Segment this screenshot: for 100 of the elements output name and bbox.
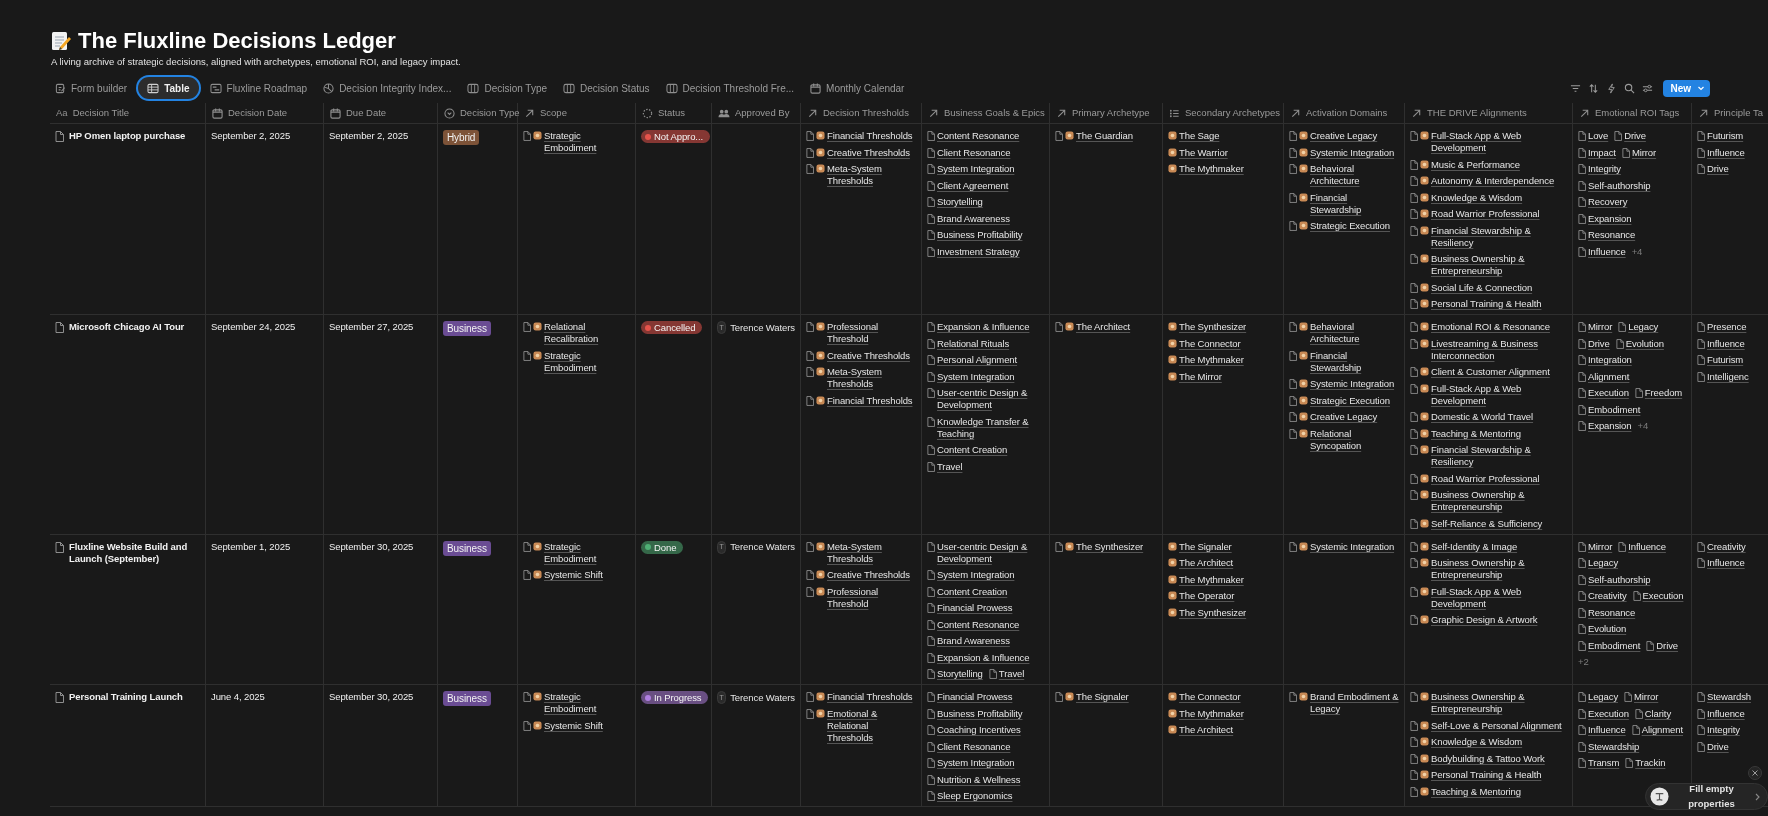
view-tab[interactable]: Monthly Calendar (805, 77, 910, 99)
relation-link[interactable]: The Mythmaker (1168, 573, 1244, 586)
relation-link[interactable]: Drive (1697, 740, 1729, 753)
column-header[interactable]: Status (636, 103, 712, 123)
column-header[interactable]: Principle Ta (1692, 103, 1768, 123)
relation-link[interactable]: Influence (1697, 146, 1745, 159)
relation-link[interactable]: Financial Stewardship (1289, 349, 1399, 374)
relation-link[interactable]: Emotional & Relational Thresholds (806, 707, 916, 744)
relation-link[interactable]: Integrity (1697, 724, 1740, 736)
relation-link[interactable]: The Synthesizer (1168, 321, 1247, 333)
relation-link[interactable]: Domestic & World Travel (1410, 411, 1534, 423)
relation-link[interactable]: Mirror (1578, 321, 1613, 333)
relation-link[interactable]: Bodybuilding & Tattoo Work (1410, 752, 1545, 765)
relation-link[interactable]: Embodiment (1578, 639, 1641, 652)
relation-link[interactable]: Self-Love & Personal Alignment (1410, 719, 1562, 732)
relation-link[interactable]: Professional Threshold (806, 585, 916, 610)
relation-link[interactable]: Legacy (1578, 557, 1619, 569)
relation-link[interactable]: Financial Thresholds (806, 130, 913, 142)
fill-properties-button[interactable]: Fill empty properties (1645, 783, 1768, 810)
relation-link[interactable]: Professional Threshold (806, 321, 916, 345)
more-count[interactable]: +4 (1631, 245, 1643, 258)
relation-link[interactable]: Meta-System Thresholds (806, 366, 916, 390)
relation-link[interactable]: Teaching & Mentoring (1410, 785, 1521, 798)
row-title[interactable]: HP Omen laptop purchase (69, 130, 186, 142)
relation-link[interactable]: The Warrior (1168, 146, 1228, 159)
relation-link[interactable]: The Architect (1055, 321, 1131, 333)
relation-link[interactable]: Expansion (1578, 420, 1632, 432)
relation-link[interactable]: Travel (988, 668, 1025, 680)
relation-link[interactable]: Investment Strategy (927, 245, 1020, 258)
row-title[interactable]: Personal Training Launch (69, 691, 183, 703)
column-header[interactable]: Activation Domains (1284, 103, 1405, 123)
relation-link[interactable]: Full-Stack App & Web Development (1410, 585, 1567, 610)
relation-link[interactable]: Music & Performance (1410, 158, 1520, 171)
relation-link[interactable]: Self-Identity & Image (1410, 540, 1518, 553)
relation-link[interactable]: Brand Awareness (927, 635, 1010, 647)
filter-icon[interactable] (1570, 82, 1582, 94)
relation-link[interactable]: Mirror (1621, 146, 1657, 159)
relation-link[interactable]: Meta-System Thresholds (806, 163, 916, 187)
relation-link[interactable]: Resonance (1578, 606, 1636, 619)
more-count[interactable]: +2 (1578, 656, 1589, 668)
relation-link[interactable]: Brand Awareness (927, 212, 1010, 225)
relation-link[interactable]: Strategic Execution (1289, 220, 1390, 232)
relation-link[interactable]: Expansion (1578, 212, 1632, 225)
relation-link[interactable]: The Signaler (1055, 691, 1129, 703)
relation-link[interactable]: Alignment (1631, 724, 1684, 736)
relation-link[interactable]: Mirror (1578, 540, 1613, 553)
relation-link[interactable]: Love (1578, 130, 1609, 142)
relation-link[interactable]: Drive (1697, 163, 1729, 175)
relation-link[interactable]: Execution (1578, 387, 1629, 399)
column-header[interactable]: THE DRIVE Alignments (1405, 103, 1573, 123)
relation-link[interactable]: Personal Training & Health (1410, 298, 1542, 310)
relation-link[interactable]: System Integration (927, 569, 1015, 581)
relation-link[interactable]: Knowledge & Wisdom (1410, 736, 1523, 748)
relation-link[interactable]: Teaching & Mentoring (1410, 427, 1521, 440)
relation-link[interactable]: Business Profitability (927, 229, 1023, 241)
relation-link[interactable]: Futurism (1697, 354, 1744, 366)
relation-link[interactable]: Financial Prowess (927, 602, 1013, 614)
relation-link[interactable]: Relational Syncopation (1289, 427, 1399, 452)
relation-link[interactable]: Systemic Shift (523, 719, 603, 732)
relation-link[interactable]: Creativity (1578, 590, 1627, 602)
relation-link[interactable]: Strategic Execution (1289, 394, 1390, 407)
relation-link[interactable]: Evolution (1578, 623, 1627, 635)
relation-link[interactable]: The Connector (1168, 691, 1241, 703)
relation-link[interactable]: Presence (1697, 321, 1747, 333)
relation-link[interactable]: Self-authorship (1578, 179, 1651, 192)
relation-link[interactable]: Brand Embodiment & Legacy (1289, 691, 1399, 715)
relation-link[interactable]: Financial Stewardship & Resiliency (1410, 224, 1567, 249)
view-tab[interactable]: Fluxline Roadmap (204, 77, 313, 99)
relation-link[interactable]: Client Agreement (927, 179, 1009, 192)
relation-link[interactable]: Behavioral Architecture (1289, 321, 1399, 345)
relation-link[interactable]: Creative Legacy (1289, 411, 1378, 423)
more-count[interactable]: +4 (1637, 420, 1649, 432)
relation-link[interactable]: Nutrition & Wellness (927, 773, 1021, 786)
relation-link[interactable]: Financial Thresholds (806, 691, 913, 703)
relation-link[interactable]: Legacy (1578, 691, 1619, 703)
relation-link[interactable]: The Guardian (1055, 130, 1133, 142)
relation-link[interactable]: Stewardship (1578, 740, 1640, 753)
relation-link[interactable]: Alignment (1578, 370, 1630, 383)
relation-link[interactable]: The Mirror (1168, 370, 1222, 383)
relation-link[interactable]: Integration (1578, 354, 1632, 366)
relation-link[interactable]: Trackin (1625, 757, 1666, 769)
relation-link[interactable]: Resonance (1578, 229, 1636, 241)
row-title[interactable]: Microsoft Chicago AI Tour (69, 321, 185, 333)
sort-icon[interactable] (1588, 82, 1600, 94)
relation-link[interactable]: Influence (1578, 724, 1626, 736)
relation-link[interactable]: Influence (1618, 540, 1666, 553)
column-header[interactable]: Primary Archetype (1050, 103, 1163, 123)
column-header[interactable]: Approved By (712, 103, 801, 123)
relation-link[interactable]: Business Profitability (927, 707, 1023, 720)
relation-link[interactable]: Freedom (1634, 387, 1683, 399)
relation-link[interactable]: Autonomy & Interdependence (1410, 175, 1555, 187)
relation-link[interactable]: Content Creation (927, 444, 1008, 456)
relation-link[interactable]: Financial Stewardship (1289, 191, 1399, 216)
relation-link[interactable]: Impact (1578, 146, 1616, 159)
column-header[interactable]: Decision Type (438, 103, 518, 123)
relation-link[interactable]: Business Ownership & Entrepreneurship (1410, 557, 1567, 581)
relation-link[interactable]: The Connector (1168, 337, 1241, 350)
relation-link[interactable]: System Integration (927, 757, 1015, 769)
relation-link[interactable]: Self-authorship (1578, 573, 1651, 586)
relation-link[interactable]: Behavioral Architecture (1289, 163, 1399, 187)
